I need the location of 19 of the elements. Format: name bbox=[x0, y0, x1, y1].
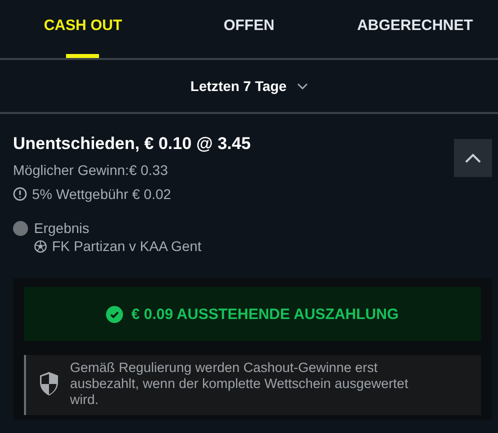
bet-title: Unentschieden, € 0.10 @ 3.45 bbox=[13, 134, 252, 154]
tab[interactable]: ABGERECHNET bbox=[332, 0, 498, 58]
chevron-up-icon bbox=[465, 153, 481, 163]
chevron-down-icon bbox=[296, 82, 308, 90]
notice-text: Gemäß Regulierung werden Cashout-Gewinne erst ausbezahlt, wenn der komplette Wettschein ausgewertet wird. bbox=[70, 360, 410, 409]
status-dot-icon bbox=[13, 220, 28, 236]
football-icon bbox=[34, 240, 47, 252]
payout-text: € 0.09 AUSSTEHENDE AUSZAHLUNG bbox=[131, 306, 399, 322]
exclamation-circle-icon bbox=[13, 187, 27, 201]
potential-win: Möglicher Gewinn:€ 0.33 bbox=[13, 162, 168, 178]
tab[interactable]: OFFEN bbox=[166, 0, 332, 58]
event-name: FK Partizan v KAA Gent bbox=[52, 238, 202, 254]
market-name: Ergebnis bbox=[34, 220, 90, 236]
shield-icon bbox=[38, 371, 60, 398]
collapse-button[interactable] bbox=[454, 139, 492, 177]
bet-fee: 5% Wettgebühr € 0.02 bbox=[32, 186, 172, 202]
date-filter-dropdown[interactable]: Letzten 7 Tage bbox=[190, 78, 308, 94]
tab[interactable]: CASH OUT bbox=[0, 0, 166, 58]
check-circle-icon bbox=[106, 306, 124, 322]
